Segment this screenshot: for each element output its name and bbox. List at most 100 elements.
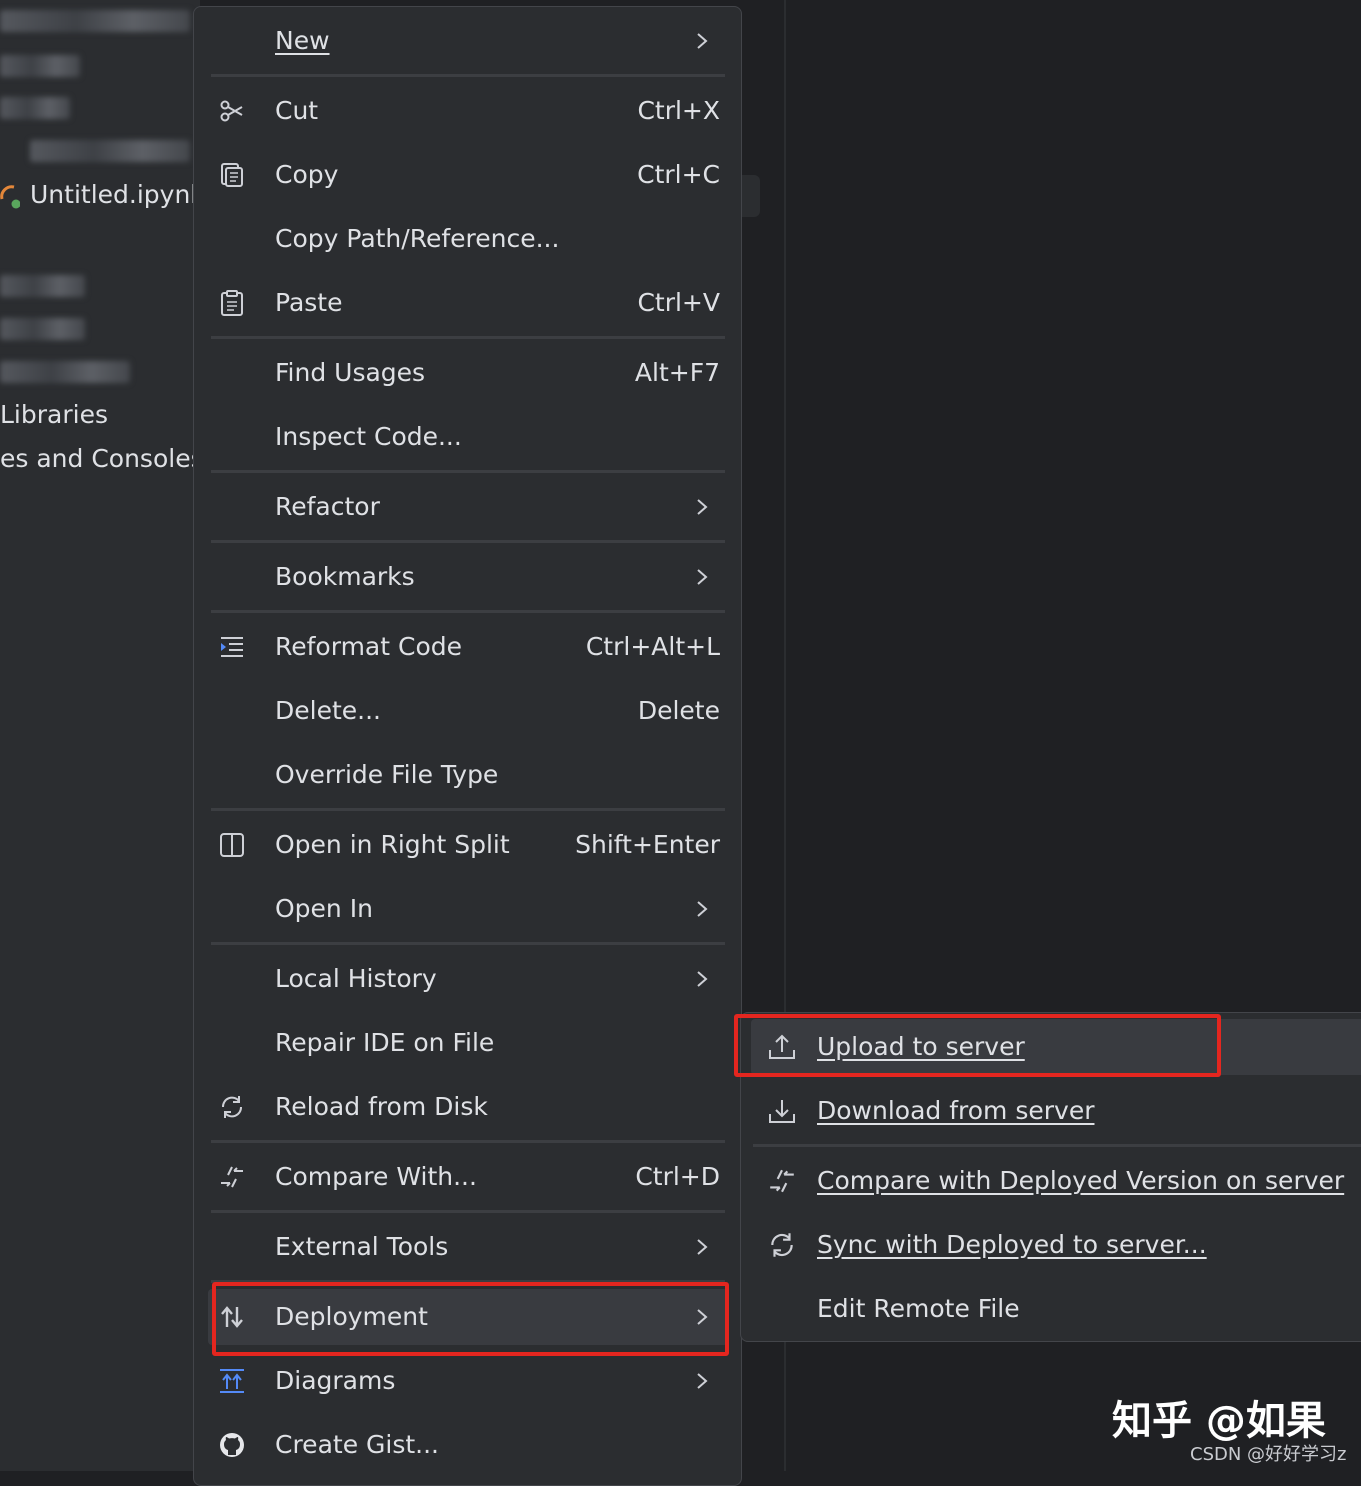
menu-separator <box>211 1210 725 1213</box>
menu-item-label: Compare With... <box>275 1162 477 1191</box>
menu-item-label: Override File Type <box>275 760 499 789</box>
menu-item-repair-ide[interactable]: Repair IDE on File <box>208 1011 728 1075</box>
compare-icon <box>221 1166 243 1188</box>
menu-item-external-tools[interactable]: External Tools <box>208 1215 728 1279</box>
menu-item-label: Copy <box>275 160 339 189</box>
tree-item-libraries[interactable]: Libraries <box>0 400 108 429</box>
menu-item-shortcut: Ctrl+Alt+L <box>585 632 720 661</box>
blurred-tree-item <box>0 318 85 340</box>
submenu-item-label: Compare with Deployed Version on server <box>817 1166 1345 1195</box>
menu-item-label: New <box>275 26 330 55</box>
download-icon <box>769 1100 795 1123</box>
submenu-item-download[interactable]: Download from server <box>751 1079 1361 1143</box>
menu-item-local-history[interactable]: Local History <box>208 947 728 1011</box>
menu-item-label: Bookmarks <box>275 562 415 591</box>
menu-item-reformat-code[interactable]: Reformat Code Ctrl+Alt+L <box>208 615 728 679</box>
editor-tab-edge <box>742 175 760 217</box>
submenu-separator <box>753 1144 1361 1147</box>
menu-item-label: Local History <box>275 964 437 993</box>
menu-item-copy-path[interactable]: Copy Path/Reference... <box>208 207 728 271</box>
github-icon <box>220 1433 244 1457</box>
menu-item-shortcut: Delete <box>637 696 720 725</box>
menu-separator <box>211 1140 725 1143</box>
project-tree-panel: Untitled.ipynb Libraries es and Consoles <box>0 0 200 1471</box>
menu-separator <box>211 942 725 945</box>
menu-item-shortcut: Ctrl+C <box>637 160 720 189</box>
menu-item-label: Open in Right Split <box>275 830 510 859</box>
menu-item-compare-with[interactable]: Compare With... Ctrl+D <box>208 1145 728 1209</box>
blurred-tree-item <box>0 97 70 119</box>
menu-item-shortcut: Ctrl+V <box>637 288 720 317</box>
menu-item-diagrams[interactable]: Diagrams <box>208 1349 728 1413</box>
menu-item-label: Reload from Disk <box>275 1092 488 1121</box>
reload-icon <box>221 1096 243 1118</box>
chevron-right-icon <box>697 1239 708 1255</box>
menu-item-label: Refactor <box>275 492 380 521</box>
reformat-icon <box>221 637 243 657</box>
menu-item-bookmarks[interactable]: Bookmarks <box>208 545 728 609</box>
copy-icon <box>221 163 243 187</box>
split-icon <box>220 833 244 857</box>
menu-item-refactor[interactable]: Refactor <box>208 475 728 539</box>
clipboard-icon <box>221 290 243 316</box>
chevron-right-icon <box>697 33 708 49</box>
jupyter-file-icon <box>0 185 20 209</box>
blurred-tree-item <box>0 55 80 77</box>
chevron-right-icon <box>697 901 708 917</box>
menu-item-label: Inspect Code... <box>275 422 462 451</box>
menu-item-override-file-type[interactable]: Override File Type <box>208 743 728 807</box>
watermark-csdn: CSDN @好好学习z <box>1190 1444 1347 1465</box>
blurred-tree-item <box>0 10 190 32</box>
menu-item-copy[interactable]: Copy Ctrl+C <box>208 143 728 207</box>
scissors-icon <box>220 100 243 122</box>
tree-item-file[interactable]: Untitled.ipynb <box>30 180 200 209</box>
menu-item-label: Create Gist... <box>275 1430 440 1459</box>
menu-item-label: Reformat Code <box>275 632 462 661</box>
menu-item-label: Diagrams <box>275 1366 396 1395</box>
watermark-zhihu: 知乎 @如果 <box>1112 1398 1326 1444</box>
menu-separator <box>211 808 725 811</box>
tree-item-scratches-consoles[interactable]: es and Consoles <box>0 444 200 473</box>
menu-item-delete[interactable]: Delete... Delete <box>208 679 728 743</box>
menu-separator <box>211 610 725 613</box>
menu-item-label: Paste <box>275 288 343 317</box>
menu-item-label: Cut <box>275 96 319 125</box>
menu-item-create-gist[interactable]: Create Gist... <box>208 1413 728 1477</box>
menu-item-label: Repair IDE on File <box>275 1028 495 1057</box>
menu-item-cut[interactable]: Cut Ctrl+X <box>208 79 728 143</box>
menu-item-label: Find Usages <box>275 358 426 387</box>
menu-separator <box>211 74 725 77</box>
menu-item-new[interactable]: New <box>208 9 728 73</box>
menu-separator <box>211 540 725 543</box>
compare-icon <box>770 1169 794 1193</box>
submenu-item-compare-deployed[interactable]: Compare with Deployed Version on server <box>751 1149 1361 1213</box>
diagrams-icon <box>220 1369 244 1393</box>
menu-item-open-in[interactable]: Open In <box>208 877 728 941</box>
menu-separator <box>211 470 725 473</box>
menu-separator <box>211 336 725 339</box>
context-menu: New Cut Ctrl+X Copy Ctrl+C Copy Path/Ref… <box>193 6 742 1486</box>
submenu-item-label: Download from server <box>817 1096 1095 1125</box>
submenu-item-label: Sync with Deployed to server... <box>817 1230 1207 1259</box>
chevron-right-icon <box>697 971 708 987</box>
menu-item-reload-from-disk[interactable]: Reload from Disk <box>208 1075 728 1139</box>
menu-item-shortcut: Ctrl+D <box>635 1162 720 1191</box>
menu-item-inspect-code[interactable]: Inspect Code... <box>208 405 728 469</box>
menu-item-paste[interactable]: Paste Ctrl+V <box>208 271 728 335</box>
highlight-box-upload <box>734 1014 1221 1077</box>
menu-item-find-usages[interactable]: Find Usages Alt+F7 <box>208 341 728 405</box>
menu-item-open-right-split[interactable]: Open in Right Split Shift+Enter <box>208 813 728 877</box>
blurred-tree-item <box>30 140 190 162</box>
menu-item-label: Copy Path/Reference... <box>275 224 560 253</box>
highlight-box-deployment <box>212 1282 729 1356</box>
chevron-right-icon <box>697 569 708 585</box>
sync-icon <box>771 1233 793 1257</box>
blurred-tree-item <box>0 361 130 383</box>
menu-item-shortcut: Shift+Enter <box>575 830 720 859</box>
submenu-item-edit-remote[interactable]: Edit Remote File <box>751 1277 1361 1341</box>
menu-item-label: Open In <box>275 894 373 923</box>
chevron-right-icon <box>697 1373 708 1389</box>
menu-item-shortcut: Ctrl+X <box>637 96 720 125</box>
submenu-item-sync[interactable]: Sync with Deployed to server... <box>751 1213 1361 1277</box>
menu-item-label: Delete... <box>275 696 381 725</box>
